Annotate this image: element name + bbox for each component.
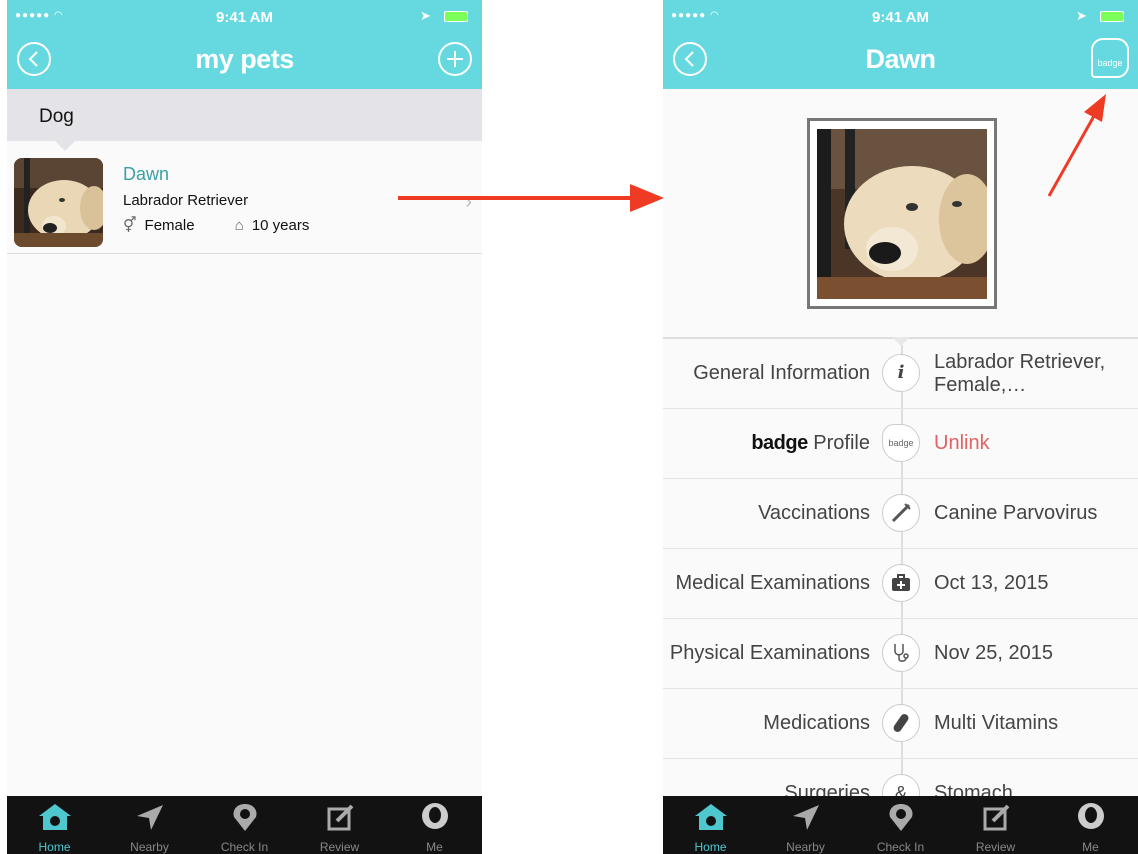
medical-examinations-row[interactable]: Medical Examinations Oct 13, 2015 — [663, 549, 1138, 619]
tab-label: Check In — [220, 840, 269, 854]
pill-icon — [882, 704, 920, 742]
section-title: Dog — [39, 106, 74, 127]
paw-pin-icon — [889, 804, 913, 831]
page-title: Dawn — [865, 44, 936, 74]
nav-bar: my pets — [7, 32, 482, 89]
row-value: Oct 13, 2015 — [934, 572, 1049, 594]
tab-review[interactable]: Review — [292, 796, 387, 854]
unlink-link[interactable]: Unlink — [934, 409, 990, 478]
birthday-cake-icon: ⌂ — [234, 217, 244, 234]
tab-review[interactable]: Review — [948, 796, 1043, 854]
row-value: Multi Vitamins — [934, 712, 1059, 734]
badge-button-label: badge — [1097, 58, 1123, 68]
medical-kit-icon — [882, 564, 920, 602]
info-icon: i — [882, 354, 920, 392]
row-label: General Information — [693, 362, 870, 384]
badge-icon: badge — [882, 424, 920, 462]
row-value: Canine Parvovirus — [934, 502, 1098, 524]
edit-icon — [327, 804, 354, 831]
syringe-icon — [882, 494, 920, 532]
badge-icon-text: badge — [888, 438, 914, 448]
tab-nearby[interactable]: Nearby — [758, 796, 853, 854]
row-label: Physical Examinations — [669, 642, 870, 664]
home-icon — [695, 804, 727, 830]
row-label: badge Profile — [751, 409, 870, 478]
tab-label: Home — [38, 840, 71, 854]
tab-label: Review — [319, 840, 360, 854]
stethoscope-icon — [882, 634, 920, 672]
pet-name: Dawn — [123, 164, 170, 184]
tab-bar: Home Nearby Check In Review Me — [663, 796, 1138, 854]
tab-me[interactable]: Me — [1043, 796, 1138, 854]
tab-nearby[interactable]: Nearby — [102, 796, 197, 854]
paw-pin-icon — [233, 804, 257, 831]
row-value-line1: Labrador Retriever, — [934, 351, 1106, 373]
nav-bar: Dawn badge — [663, 32, 1138, 89]
general-information-row[interactable]: General Information i Labrador Retriever… — [663, 339, 1138, 409]
row-label-text: Profile — [813, 432, 870, 454]
edit-icon — [983, 804, 1010, 831]
tab-label: Check In — [876, 840, 925, 854]
section-caret — [55, 141, 75, 151]
tab-label: Home — [694, 840, 727, 854]
tab-label: Me — [426, 840, 443, 854]
row-label: Medications — [763, 712, 870, 734]
user-icon — [1078, 803, 1104, 829]
tab-me[interactable]: Me — [387, 796, 482, 854]
tab-label: Me — [1082, 840, 1099, 854]
pet-list-item[interactable]: Dawn Labrador Retriever ⚥ Female ⌂ 10 year… — [7, 151, 482, 254]
pet-age: 10 years — [251, 217, 310, 234]
medications-row[interactable]: Medications Multi Vitamins — [663, 689, 1138, 759]
pet-breed: Labrador Retriever — [123, 192, 249, 209]
status-bar: ●●●●● ◠ 9:41 AM ➤ — [7, 0, 482, 32]
tab-label: Review — [975, 840, 1016, 854]
tab-label: Nearby — [130, 840, 169, 854]
tab-check-in[interactable]: Check In — [197, 796, 292, 854]
status-time: 9:41 AM — [872, 9, 929, 26]
tab-check-in[interactable]: Check In — [853, 796, 948, 854]
section-header: Dog — [7, 89, 482, 141]
pet-sex: Female — [144, 217, 195, 234]
pet-meta: ⚥ Female ⌂ 10 years — [123, 216, 309, 234]
add-pet-button[interactable] — [438, 42, 472, 76]
vaccinations-row[interactable]: Vaccinations Canine Parvovirus — [663, 479, 1138, 549]
physical-examinations-row[interactable]: Physical Examinations Nov 25, 2015 — [663, 619, 1138, 689]
user-icon — [422, 803, 448, 829]
gender-icon: ⚥ — [123, 217, 137, 234]
status-bar: ●●●●● ◠ 9:41 AM ➤ — [663, 0, 1138, 32]
page-title: my pets — [195, 44, 294, 74]
battery-icon: ➤ — [1076, 8, 1130, 23]
badge-button[interactable]: badge — [1091, 38, 1129, 78]
pet-detail-screen: ●●●●● ◠ 9:41 AM ➤ Dawn badge General Inf… — [663, 0, 1138, 854]
pet-photo — [14, 158, 103, 247]
row-value-line2: Female,… — [934, 374, 1027, 396]
tab-bar: Home Nearby Check In Review Me — [7, 796, 482, 854]
tab-label: Nearby — [786, 840, 825, 854]
row-label: Vaccinations — [758, 502, 870, 524]
tab-home[interactable]: Home — [7, 796, 102, 854]
badge-brand-label: badge — [751, 432, 808, 454]
my-pets-screen: ●●●●● ◠ 9:41 AM ➤ my pets Dog Dawn Labra… — [7, 0, 482, 854]
tab-home[interactable]: Home — [663, 796, 758, 854]
battery-icon: ➤ — [420, 8, 474, 23]
location-arrow-icon — [793, 805, 819, 830]
home-icon — [39, 804, 71, 830]
row-value: Nov 25, 2015 — [934, 642, 1053, 664]
row-label: Medical Examinations — [675, 572, 870, 594]
chevron-right-icon: › — [465, 191, 472, 213]
badge-profile-row[interactable]: badge Profile badge Unlink — [663, 409, 1138, 479]
location-arrow-icon — [137, 805, 163, 830]
pet-photo — [807, 118, 997, 309]
plus-icon — [447, 51, 463, 67]
status-time: 9:41 AM — [216, 9, 273, 26]
